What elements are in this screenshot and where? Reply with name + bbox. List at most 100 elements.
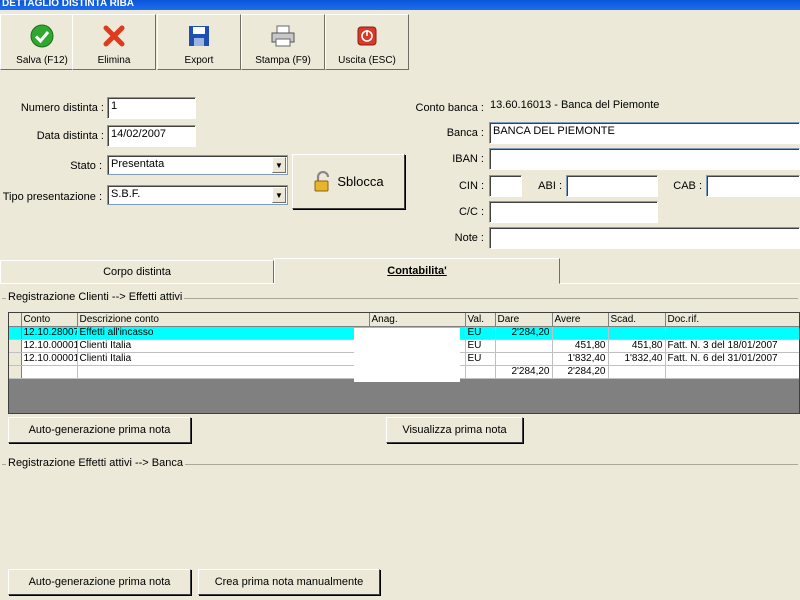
cell-avere-total[interactable]: 2'284,20	[552, 365, 609, 379]
exit-icon	[354, 23, 380, 49]
tab-corpo-distinta[interactable]: Corpo distinta	[0, 260, 274, 284]
stato-value: Presentata	[111, 158, 165, 170]
banca-label: Banca :	[446, 127, 484, 139]
row-header[interactable]	[9, 365, 22, 379]
banca-field[interactable]: BANCA DEL PIEMONTE	[489, 122, 800, 144]
stato-label: Stato :	[70, 160, 102, 172]
tipo-presentazione-label: Tipo presentazione :	[2, 191, 102, 203]
sblocca-label: Sblocca	[337, 174, 384, 189]
cell-scad[interactable]: 1'832,40	[608, 352, 666, 366]
unlock-icon	[313, 170, 333, 193]
conto-banca-value: 13.60.16013 - Banca del Piemonte	[487, 97, 800, 119]
col-val[interactable]: Val.	[465, 313, 496, 327]
cell-descrizione[interactable]	[77, 365, 370, 379]
numero-field[interactable]: 1	[107, 97, 196, 119]
col-dare[interactable]: Dare	[495, 313, 553, 327]
print-button[interactable]: Stampa (F9)	[241, 14, 325, 70]
autogen-banca-button[interactable]: Auto-generazione prima nota	[8, 569, 191, 595]
note-field[interactable]	[489, 227, 800, 249]
cell-avere[interactable]: 1'832,40	[552, 352, 609, 366]
export-label: Export	[184, 55, 214, 66]
col-conto[interactable]: Conto	[21, 313, 78, 327]
autogen-clienti-button[interactable]: Auto-generazione prima nota	[8, 417, 191, 443]
cell-dare[interactable]: 2'284,20	[495, 326, 553, 340]
cell-val[interactable]	[465, 365, 496, 379]
save-label: Salva (F12)	[16, 55, 68, 66]
abi-field[interactable]	[566, 175, 658, 197]
col-descrizione[interactable]: Descrizione conto	[77, 313, 370, 327]
cell-docrif[interactable]	[665, 365, 799, 379]
tab-strip: Corpo distinta Contabilita'	[0, 258, 800, 284]
tipo-value: S.B.F.	[111, 188, 141, 200]
delete-button[interactable]: Elimina	[72, 14, 156, 70]
cell-avere[interactable]	[552, 326, 609, 340]
row-header[interactable]	[9, 326, 22, 340]
export-button[interactable]: Export	[157, 14, 241, 70]
check-icon	[29, 23, 55, 49]
col-scad[interactable]: Scad.	[608, 313, 666, 327]
cell-scad[interactable]: 451,80	[608, 339, 666, 353]
cell-conto[interactable]	[21, 365, 78, 379]
exit-button[interactable]: Uscita (ESC)	[325, 14, 409, 70]
cell-avere[interactable]: 451,80	[552, 339, 609, 353]
cell-descrizione[interactable]: Clienti Italia	[77, 352, 370, 366]
chevron-down-icon[interactable]: ▼	[272, 187, 286, 203]
cell-conto[interactable]: 12.10.00001	[21, 339, 78, 353]
cin-field[interactable]	[489, 175, 522, 197]
col-avere[interactable]: Avere	[552, 313, 609, 327]
cell-descrizione[interactable]: Effetti all'incasso	[77, 326, 370, 340]
section-clienti-effetti-title: Registrazione Clienti --> Effetti attivi	[6, 291, 185, 303]
floppy-icon	[186, 23, 212, 49]
iban-label: IBAN :	[452, 153, 484, 165]
cell-docrif[interactable]	[665, 326, 799, 340]
cc-label: C/C :	[458, 206, 484, 218]
exit-label: Uscita (ESC)	[338, 55, 396, 66]
cell-conto[interactable]: 12.10.28007	[21, 326, 78, 340]
cell-dare-total[interactable]: 2'284,20	[495, 365, 553, 379]
visualizza-prima-nota-button[interactable]: Visualizza prima nota	[386, 417, 523, 443]
cell-dare[interactable]	[495, 339, 553, 353]
tipo-select[interactable]: S.B.F. ▼	[107, 185, 288, 205]
conto-banca-label: Conto banca :	[415, 102, 485, 114]
cell-descrizione[interactable]: Clienti Italia	[77, 339, 370, 353]
cell-val[interactable]: EU	[465, 326, 496, 340]
col-docrif[interactable]: Doc.rif.	[665, 313, 799, 327]
cell-val[interactable]: EU	[465, 352, 496, 366]
grid-header-row: Conto Descrizione conto Anag. Val. Dare …	[9, 313, 799, 327]
section-effetti-banca-title: Registrazione Effetti attivi --> Banca	[6, 457, 185, 469]
iban-field[interactable]	[489, 148, 800, 170]
cell-dare[interactable]	[495, 352, 553, 366]
printer-icon	[270, 23, 296, 49]
abi-label: ABI :	[538, 180, 562, 192]
cell-docrif[interactable]: Fatt. N. 6 del 31/01/2007	[665, 352, 799, 366]
cell-scad[interactable]	[608, 326, 666, 340]
cell-val[interactable]: EU	[465, 339, 496, 353]
cab-field[interactable]	[706, 175, 800, 197]
cell-scad[interactable]	[608, 365, 666, 379]
stato-select[interactable]: Presentata ▼	[107, 155, 288, 175]
redacted-area	[354, 328, 460, 382]
delete-label: Elimina	[97, 55, 131, 66]
cab-label: CAB :	[673, 180, 702, 192]
tab-contabilita[interactable]: Contabilita'	[274, 258, 560, 284]
chevron-down-icon[interactable]: ▼	[272, 157, 286, 173]
crea-prima-nota-button[interactable]: Crea prima nota manualmente	[198, 569, 380, 595]
note-label: Note :	[454, 232, 484, 244]
cell-docrif[interactable]: Fatt. N. 3 del 18/01/2007	[665, 339, 799, 353]
window-title: DETTAGLIO DISTINTA RIBA	[0, 0, 800, 10]
data-label: Data distinta :	[36, 130, 104, 142]
cell-conto[interactable]: 12.10.00001	[21, 352, 78, 366]
section-effetti-banca: Registrazione Effetti attivi --> Banca	[2, 457, 798, 469]
col-anag[interactable]: Anag.	[369, 313, 466, 327]
row-header[interactable]	[9, 339, 22, 353]
row-header[interactable]	[9, 352, 22, 366]
print-label: Stampa (F9)	[255, 55, 311, 66]
numero-label: Numero distinta :	[20, 102, 104, 114]
sblocca-button[interactable]: Sblocca	[292, 154, 405, 209]
data-field[interactable]: 14/02/2007	[107, 125, 196, 147]
section-clienti-effetti: Registrazione Clienti --> Effetti attivi	[2, 291, 798, 303]
row-header-corner	[9, 313, 22, 327]
cin-label: CIN :	[458, 180, 484, 192]
cc-field[interactable]	[489, 201, 658, 223]
delete-icon	[101, 23, 127, 49]
